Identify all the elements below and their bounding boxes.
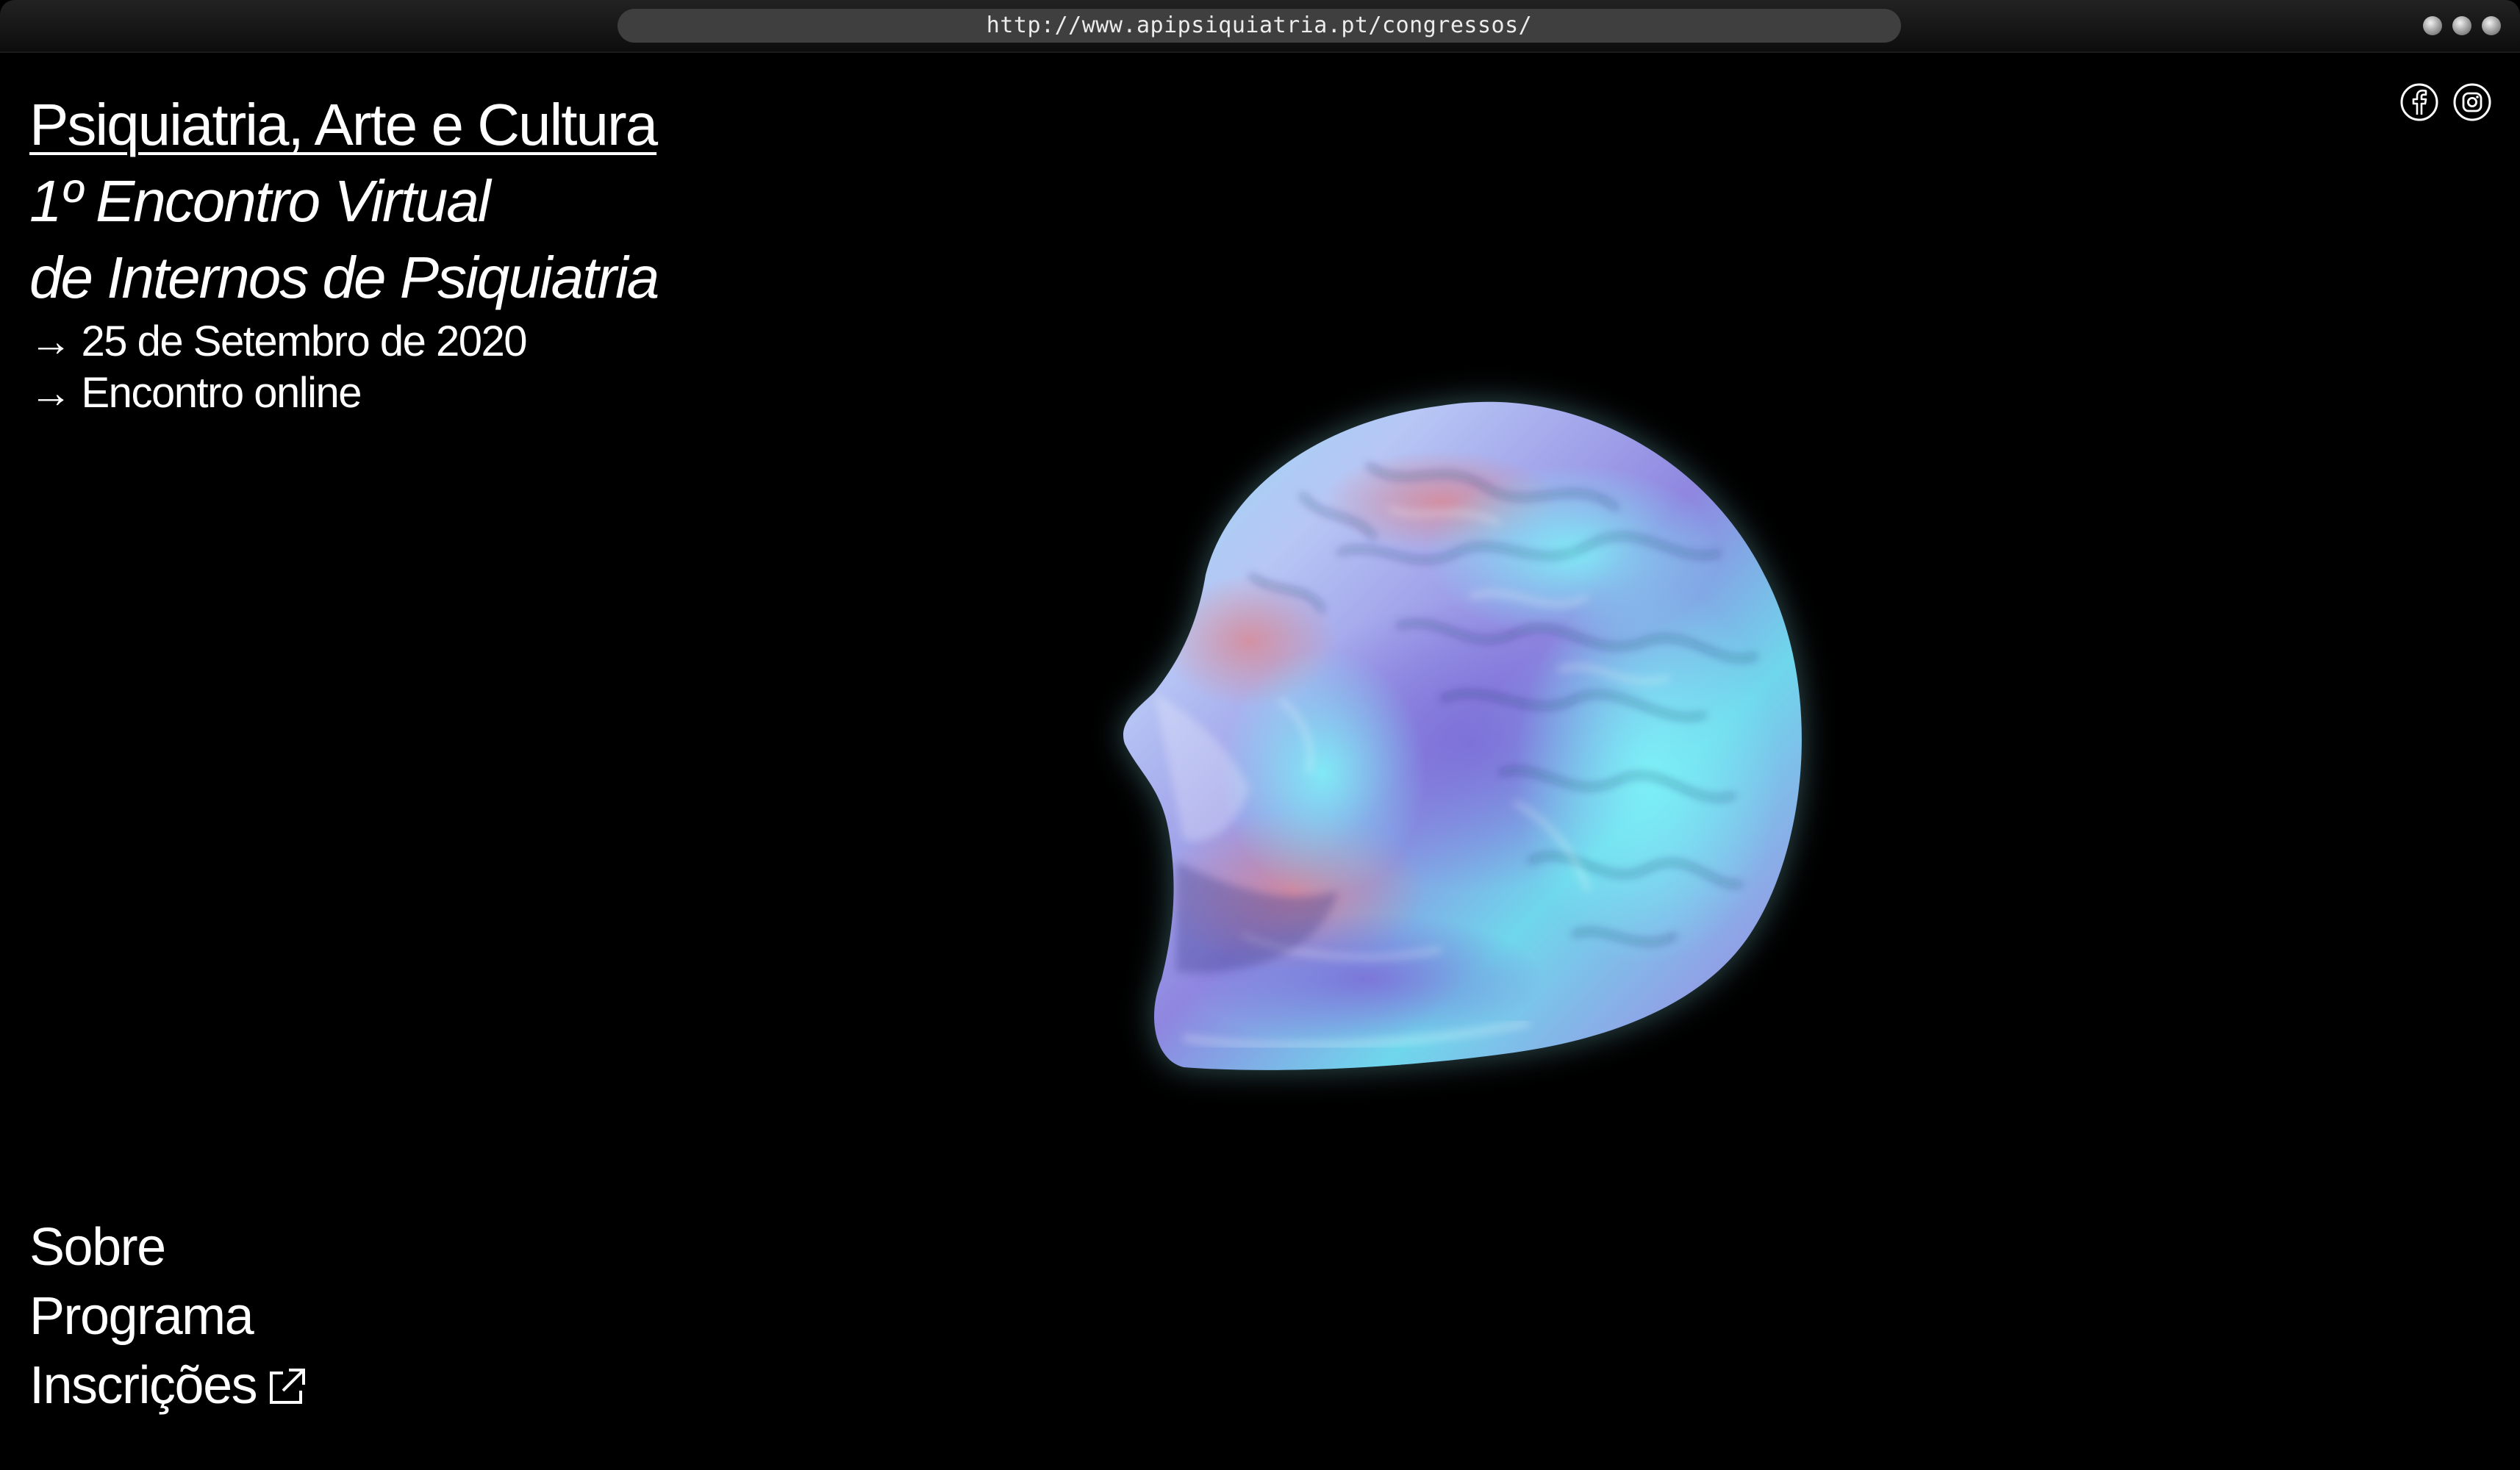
browser-toolbar: http://www.apipsiquiatria.pt/congressos/ <box>0 0 2520 53</box>
event-date-text: 25 de Setembro de 2020 <box>81 318 528 365</box>
browser-window: http://www.apipsiquiatria.pt/congressos/… <box>0 0 2520 1470</box>
window-control-minimize[interactable] <box>2423 16 2442 35</box>
instagram-icon[interactable] <box>2452 82 2492 122</box>
window-control-close[interactable] <box>2482 16 2501 35</box>
event-location: → Encontro online <box>29 368 658 419</box>
event-subtitle-line-1: 1º Encontro Virtual <box>29 168 491 234</box>
window-control-maximize[interactable] <box>2452 16 2471 35</box>
arrow-right-icon: → <box>29 369 72 417</box>
nav-registration-label: Inscrições <box>29 1356 258 1415</box>
facebook-icon[interactable] <box>2399 82 2439 122</box>
nav-about-link[interactable]: Sobre <box>29 1213 309 1282</box>
site-title-link[interactable]: Psiquiatria, Arte e Cultura <box>29 87 658 163</box>
external-link-icon <box>270 1369 306 1404</box>
social-links <box>2399 82 2492 122</box>
nav-program-link[interactable]: Programa <box>29 1282 309 1351</box>
window-controls <box>2423 16 2501 35</box>
address-bar[interactable]: http://www.apipsiquiatria.pt/congressos/ <box>618 9 1901 43</box>
nav-registration-link[interactable]: Inscrições <box>29 1351 309 1420</box>
event-location-text: Encontro online <box>81 369 362 417</box>
event-date: → 25 de Setembro de 2020 <box>29 316 658 368</box>
event-subtitle-line-2: de Internos de Psiquiatria <box>29 245 659 310</box>
hero-text: Psiquiatria, Arte e Cultura 1º Encontro … <box>29 87 659 419</box>
holographic-head-sculpture <box>1123 401 1802 1070</box>
page-content: Psiquiatria, Arte e Cultura 1º Encontro … <box>0 53 2520 1470</box>
main-nav: Sobre Programa Inscrições <box>29 1213 309 1420</box>
arrow-right-icon: → <box>29 318 72 365</box>
